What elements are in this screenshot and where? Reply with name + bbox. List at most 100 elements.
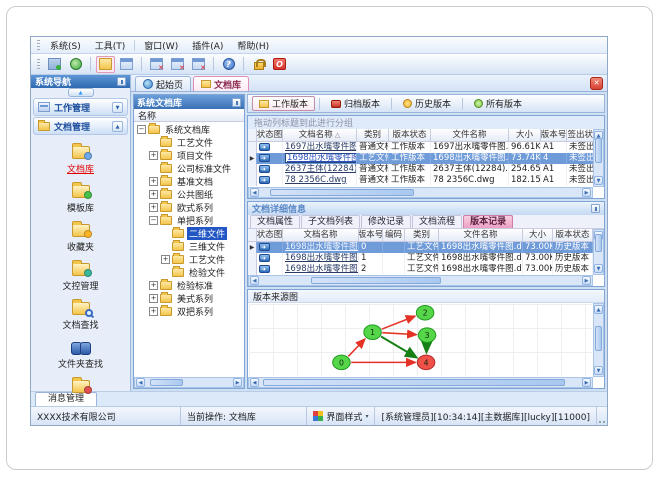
sidebar-item-5[interactable]: 文件夹查找 [35,334,127,373]
pin-icon[interactable] [232,97,241,107]
column-header[interactable]: 状态图 [257,229,283,242]
scroll-left-icon[interactable]: ◀ [250,378,259,387]
scroll-right-icon[interactable]: ▶ [233,378,242,387]
scroll-left-icon[interactable]: ◀ [250,276,259,285]
details-tab-2[interactable]: 修改记录 [361,215,412,228]
details-tab-4[interactable]: 版本记录 [463,215,514,228]
column-header[interactable]: 类别 [357,129,389,142]
version-node-0[interactable]: 0 [332,354,351,371]
close-icon[interactable]: ✕ [590,77,603,90]
tree-item[interactable]: 检验文件 [134,266,244,279]
tree-item[interactable]: + 检验标准 [134,279,244,292]
toolbar-button-grid-window[interactable] [117,56,136,73]
sidebar-item-4[interactable]: 文档查找 [35,295,127,334]
scrollbar-thumb[interactable] [310,277,442,284]
document-name-link[interactable]: 78 2356C.dwg [285,175,347,185]
expander-icon[interactable]: + [149,294,158,303]
horizontal-scrollbar[interactable]: ◀ ▶ [134,377,244,388]
scrollbar-thumb[interactable] [269,189,414,196]
expander-icon[interactable]: − [137,125,146,134]
column-header[interactable]: 编码 [383,229,405,242]
scrollbar-thumb[interactable] [595,137,602,164]
details-tab-1[interactable]: 子文档列表 [301,215,361,228]
sidebar-item-1[interactable]: 模板库 [35,178,127,217]
expander-icon[interactable]: + [161,255,170,264]
sidebar-item-0[interactable]: 文档库 [35,139,127,178]
tab-start-page[interactable]: 起始页 [135,76,192,91]
document-name-link[interactable]: 2637主体(12284).dwg [285,164,356,174]
tree-column-header[interactable]: 名称 [134,109,244,122]
chevron-up-icon[interactable]: ▲ [112,120,123,132]
column-header[interactable]: 版本号 [359,229,383,242]
vertical-scrollbar[interactable]: ▲▼ [593,303,604,377]
scroll-down-icon[interactable]: ▼ [594,264,603,273]
column-header[interactable]: 大小 [509,129,541,142]
sidebar-group-0[interactable]: 工作管理 ▼ [33,98,128,116]
toolbar-button-help[interactable] [219,56,238,73]
scroll-down-icon[interactable]: ▼ [594,366,603,375]
sidebar-item-2[interactable]: 收藏夹 [35,217,127,256]
menu-item-4[interactable]: 帮助(H) [230,37,276,54]
tree-item[interactable]: − 单把系列 [134,214,244,227]
document-name-link[interactable]: 1698出水嘴零件图.dwg [285,264,358,274]
version-node-1[interactable]: 1 [363,324,382,340]
table-row[interactable]: 1698出水嘴零件图.dwg2工艺文件1698出水嘴零件图.dwg73.00KB… [248,264,593,275]
tree-item[interactable]: 二维文件 [134,227,244,240]
sidebar-scroll-up[interactable]: ▲ [31,88,130,97]
menu-item-2[interactable]: 窗口(W) [137,37,185,54]
expander-icon[interactable]: − [149,216,158,225]
version-filter-3[interactable]: 所有版本 [467,96,529,111]
menu-item-0[interactable]: 系统(S) [43,37,88,54]
tree-item[interactable]: + 项目文件 [134,149,244,162]
column-header[interactable]: 版本号 [541,129,567,142]
table-row[interactable]: 1698出水嘴零件图.dwg1工艺文件1698出水嘴零件图.dwg73.00KB… [248,253,593,264]
tree-item[interactable]: 工艺文件 [134,136,244,149]
vertical-scrollbar[interactable]: ▲▼ [593,129,604,187]
tab-document-library[interactable]: 文档库 [193,76,250,91]
table-row[interactable]: ▶1698出水嘴零件图.dwg0工艺文件1698出水嘴零件图.dwg73.00K… [248,242,593,253]
horizontal-scrollbar[interactable]: ◀ ▶ [248,187,593,198]
column-header[interactable]: 文档名称 [283,229,359,242]
table-row[interactable]: 2637主体(12284).dwg普通文档工作版本2637主体(12284).d… [248,164,603,175]
tree-item[interactable]: + 双把系列 [134,305,244,318]
column-header[interactable]: 文件名称 [431,129,509,142]
table-row[interactable]: ▶1698出水嘴零件图.dwg工艺文件工作版本1698出水嘴零件图.dwg73.… [248,153,603,164]
tree-item[interactable]: 公司标准文件 [134,162,244,175]
menu-item-3[interactable]: 插件(A) [185,37,230,54]
toolbar-button-close-all[interactable] [189,56,208,73]
column-header[interactable]: 状态图 [257,129,283,142]
document-name-link[interactable]: 1698出水嘴零件图.dwg [285,253,358,263]
column-header[interactable]: 文件名称 [439,229,523,242]
expander-icon[interactable]: + [149,190,158,199]
scroll-right-icon[interactable]: ▶ [582,188,591,197]
pin-icon[interactable] [591,204,600,213]
interface-style-dropdown[interactable]: 界面样式 ▾ [307,407,376,425]
scroll-left-icon[interactable]: ◀ [250,188,259,197]
scrollbar-thumb[interactable] [150,379,183,386]
tree-item[interactable]: + 美式系列 [134,292,244,305]
sidebar-item-3[interactable]: 文控管理 [35,256,127,295]
scroll-down-icon[interactable]: ▼ [594,176,603,185]
toolbar-button-lock[interactable] [249,56,268,73]
tree-item[interactable]: − 系统文档库 [134,123,244,136]
menu-item-1[interactable]: 工具(T) [88,37,133,54]
column-header[interactable]: 文档名称 △ [283,129,357,142]
version-node-4[interactable]: 4 [416,354,436,371]
version-filter-1[interactable]: 归档版本 [324,96,387,111]
scrollbar-thumb[interactable] [595,234,602,252]
sidebar-group-1[interactable]: 文档管理 ▲ [33,117,128,135]
toolbar-button-exit[interactable] [270,56,289,73]
document-name-link[interactable]: 1698出水嘴零件图.dwg [285,242,358,252]
details-tab-0[interactable]: 文档属性 [250,215,301,228]
version-node-3[interactable]: 3 [417,327,437,343]
scroll-right-icon[interactable]: ▶ [582,378,591,387]
scrollbar-thumb[interactable] [595,325,602,351]
toolbar-button-system[interactable] [45,56,64,73]
expander-icon[interactable]: + [149,281,158,290]
tree-item[interactable]: + 工艺文件 [134,253,244,266]
vertical-scrollbar[interactable]: ▲▼ [593,229,604,275]
column-header[interactable]: 大小 [523,229,553,242]
scroll-right-icon[interactable]: ▶ [582,276,591,285]
column-header[interactable]: 版本状态 [553,229,593,242]
tree-item[interactable]: + 基准文档 [134,175,244,188]
